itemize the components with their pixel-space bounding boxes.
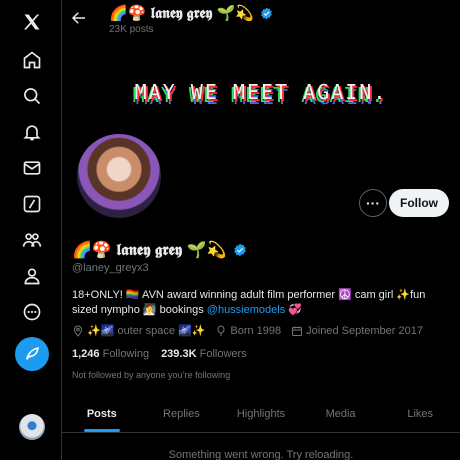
header-name: 🌈🍄 𝖑𝖆𝖓𝖊𝖞 𝖌𝖗𝖊𝖞 🌱💫 (109, 4, 273, 22)
profile-meta: ✨🌌 outer space 🌌✨ Born 1998 Joined Septe… (72, 324, 423, 337)
follow-stats: 1,246 Following 239.3K Followers (72, 348, 247, 360)
mail-icon[interactable] (20, 156, 44, 180)
more-options-button[interactable]: ··· (359, 189, 387, 217)
tab-media[interactable]: Media (301, 395, 381, 432)
bio: 18+ONLY! 🏳️‍🌈 AVN award winning adult fi… (72, 288, 452, 318)
birth-year: Born 1998 (215, 325, 281, 337)
tab-posts[interactable]: Posts (62, 395, 142, 432)
bio-mention-link[interactable]: @hussiemodels (207, 304, 285, 316)
bio-suffix: 💞 (285, 304, 302, 316)
x-logo-icon[interactable] (20, 10, 44, 34)
profile-avatar[interactable] (74, 131, 164, 221)
handle: @laney_greyx3 (72, 262, 149, 274)
compose-button[interactable] (15, 337, 49, 371)
profile-icon[interactable] (20, 264, 44, 288)
profile-column: 🌈🍄 𝖑𝖆𝖓𝖊𝖞 𝖌𝖗𝖊𝖞 🌱💫 23K posts MAY WE MEET A… (62, 0, 460, 460)
back-arrow-icon[interactable] (70, 9, 88, 27)
compose-icon (26, 346, 39, 360)
account-avatar[interactable] (19, 414, 45, 440)
bell-icon[interactable] (20, 120, 44, 144)
calendar-icon (292, 326, 303, 336)
home-icon[interactable] (20, 48, 44, 72)
display-name: 🌈🍄 𝖑𝖆𝖓𝖊𝖞 𝖌𝖗𝖊𝖞 🌱💫 (72, 240, 247, 260)
left-sidebar (0, 0, 62, 460)
followers-link[interactable]: 239.3K Followers (161, 348, 247, 360)
verified-badge-icon (234, 243, 246, 257)
tab-replies[interactable]: Replies (142, 395, 222, 432)
profile-header: 🌈🍄 𝖑𝖆𝖓𝖊𝖞 𝖌𝖗𝖊𝖞 🌱💫 23K posts (62, 0, 460, 44)
not-followed-notice: Not followed by anyone you’re following (72, 370, 231, 380)
feed-error-message: Something went wrong. Try reloading. (168, 449, 354, 460)
posts-count: 23K posts (109, 24, 154, 35)
banner-text: MAY WE MEET AGAIN. (134, 80, 388, 104)
location-pin-icon (73, 324, 83, 337)
grok-icon[interactable] (20, 192, 44, 216)
follow-button[interactable]: Follow (389, 189, 449, 217)
profile-tabs: Posts Replies Highlights Media Likes (62, 395, 460, 433)
tab-likes[interactable]: Likes (380, 395, 460, 432)
search-icon[interactable] (20, 84, 44, 108)
following-link[interactable]: 1,246 Following (72, 348, 149, 360)
tab-highlights[interactable]: Highlights (221, 395, 301, 432)
balloon-icon (217, 325, 225, 336)
verified-badge-icon (261, 7, 272, 20)
location: ✨🌌 outer space 🌌✨ (72, 324, 205, 337)
join-date: Joined September 2017 (291, 325, 423, 337)
communities-icon[interactable] (20, 228, 44, 252)
more-icon[interactable] (20, 300, 44, 324)
